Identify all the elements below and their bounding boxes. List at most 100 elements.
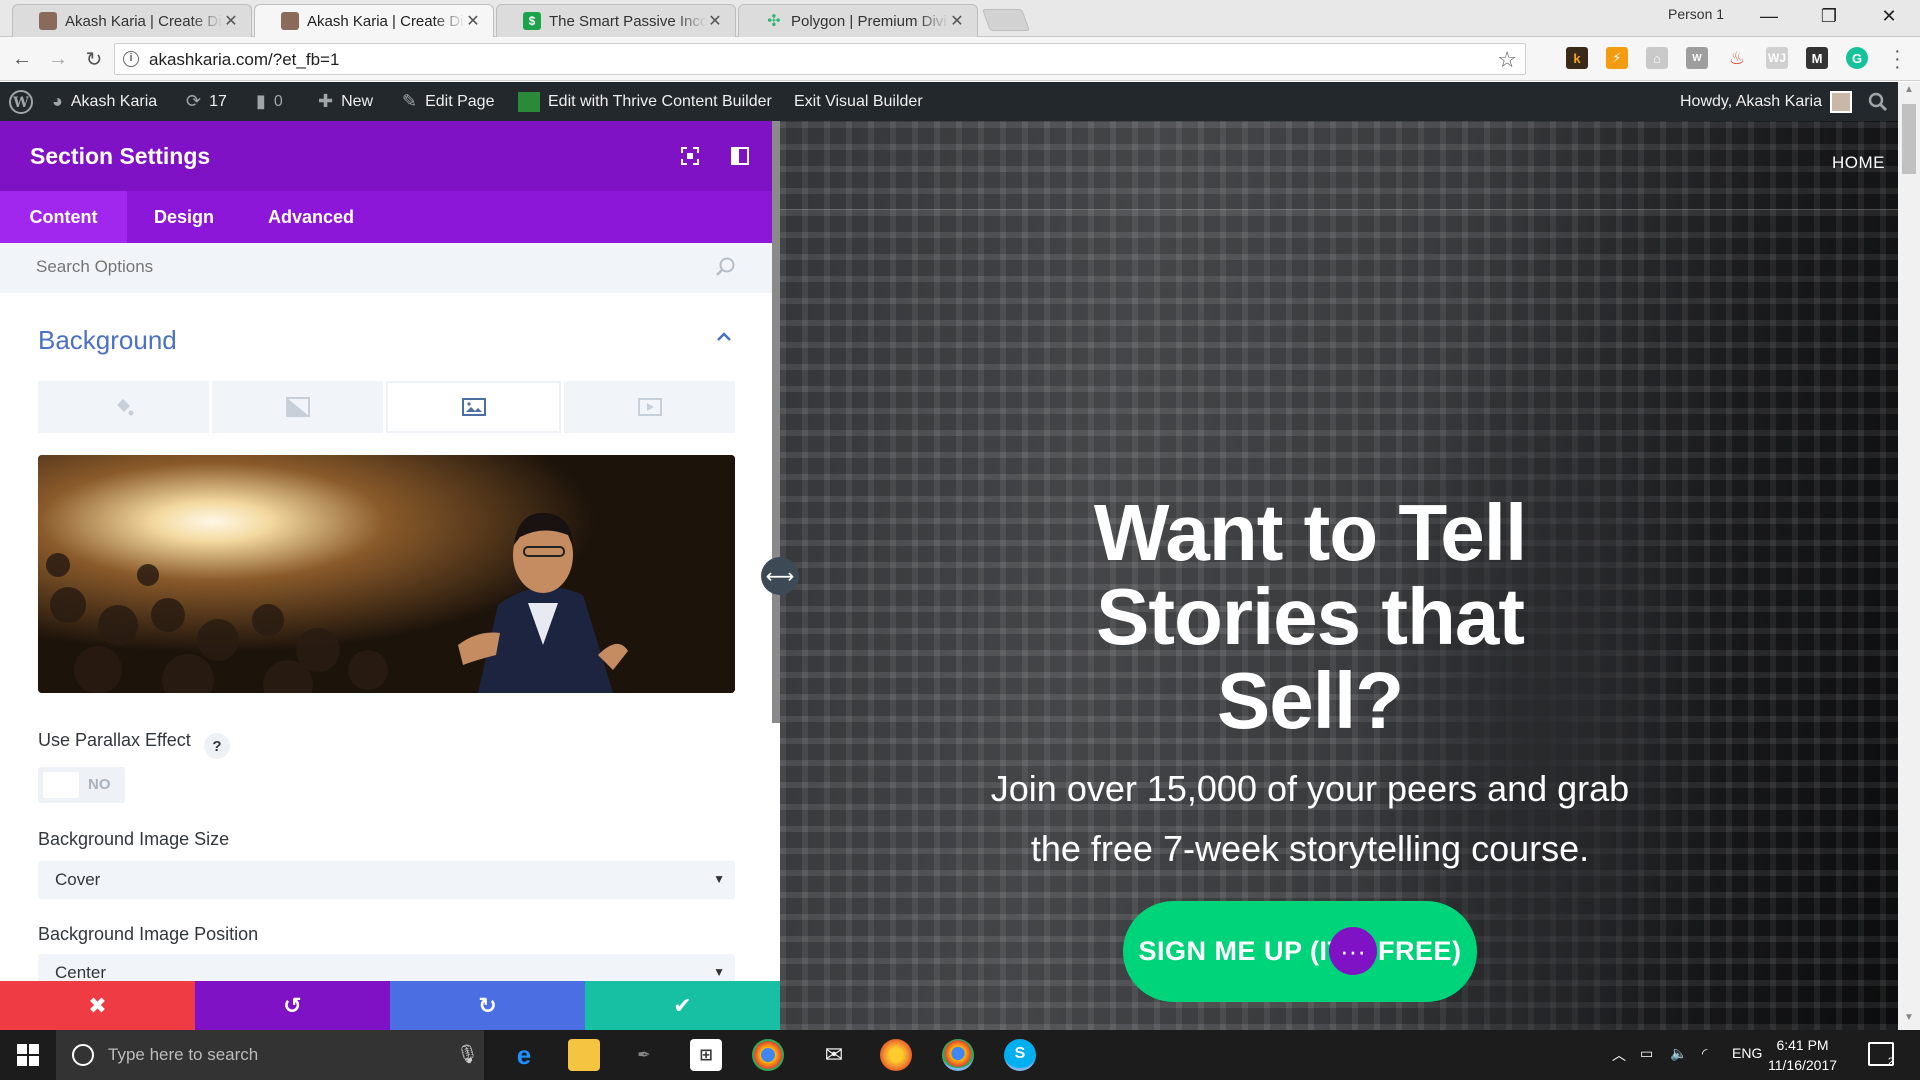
pencil-icon: ✎ [402, 91, 418, 111]
browser-tab[interactable]: ✣ Polygon | Premium Divi C ✕ [738, 4, 978, 37]
taskbar-search-box[interactable]: Type here to search 🎙 [56, 1030, 484, 1080]
browser-tab[interactable]: $ The Smart Passive Incom ✕ [496, 4, 736, 37]
parallax-toggle[interactable]: NO [38, 767, 125, 803]
close-tab-icon[interactable]: ✕ [223, 11, 239, 31]
action-center-icon[interactable]: 2 [1868, 1042, 1894, 1068]
background-image-preview[interactable] [38, 455, 735, 693]
module-options-button[interactable]: ··· [1329, 927, 1377, 975]
hero-headline: Want to Tell Stories that Sell? [1093, 488, 1527, 745]
profile-button[interactable]: Person 1 [1668, 6, 1724, 22]
chrome-icon[interactable] [752, 1039, 784, 1071]
new-tab-button[interactable] [981, 9, 1031, 31]
bg-tab-video[interactable] [564, 381, 735, 433]
thrive-builder-link[interactable]: Edit with Thrive Content Builder [518, 82, 772, 121]
bg-tab-image[interactable] [386, 381, 561, 433]
new-content-link[interactable]: ✚ New [318, 82, 373, 121]
my-account-link[interactable]: Howdy, Akash Karia [1680, 82, 1852, 121]
chevron-up-icon[interactable] [714, 327, 734, 347]
url-text[interactable]: akashkaria.com/?et_fb=1 [149, 50, 339, 70]
volume-icon[interactable]: 🔈 [1670, 1045, 1687, 1062]
firefox-icon[interactable] [880, 1039, 912, 1071]
hero-section[interactable]: HOME Want to Tell Stories that Sell? Joi… [780, 121, 1898, 1030]
panel-resize-handle[interactable]: ⟷ [761, 557, 799, 595]
discard-button[interactable]: ✖ [0, 981, 195, 1030]
edge-icon[interactable]: e [508, 1039, 540, 1071]
tab-design[interactable]: Design [154, 191, 214, 243]
scroll-down-icon[interactable]: ▼ [1904, 1012, 1914, 1023]
updates-link[interactable]: ⟳ 17 [186, 82, 227, 121]
search-options-bar [0, 243, 772, 293]
extension-k-icon[interactable]: k [1566, 47, 1588, 69]
notification-count: 2 [1887, 1056, 1894, 1068]
nav-home-link[interactable]: HOME [1832, 153, 1885, 173]
forward-arrow-icon[interactable]: → [44, 45, 72, 73]
store-icon[interactable]: ⊞ [690, 1039, 722, 1071]
tab-advanced[interactable]: Advanced [268, 191, 354, 243]
help-icon[interactable]: ? [204, 733, 230, 759]
battery-icon[interactable]: ▭ [1640, 1045, 1653, 1062]
restore-icon[interactable]: ❐ [1800, 0, 1858, 32]
browser-tab-active[interactable]: Akash Karia | Create Diffe ✕ [254, 4, 494, 37]
avatar [1830, 90, 1852, 113]
chrome-running-icon[interactable] [942, 1039, 974, 1071]
extension-fire-icon[interactable]: ♨ [1726, 47, 1748, 69]
extension-feed-icon[interactable]: ⚡ [1606, 47, 1628, 69]
search-options-input[interactable] [36, 257, 696, 277]
exit-visual-builder-link[interactable]: Exit Visual Builder [794, 82, 923, 121]
extension-m-icon[interactable]: M [1806, 47, 1828, 69]
page-scroll-thumb[interactable] [1902, 104, 1916, 174]
show-hidden-icons-icon[interactable]: ︿ [1612, 1045, 1626, 1065]
close-window-icon[interactable]: ✕ [1860, 0, 1918, 32]
redo-button[interactable]: ↻ [390, 981, 585, 1030]
microphone-icon[interactable]: 🎙 [456, 1044, 479, 1065]
extension-w-icon[interactable]: W [1686, 47, 1708, 69]
exit-builder-label: Exit Visual Builder [794, 92, 923, 110]
start-button[interactable] [0, 1030, 56, 1080]
tab-title: Akash Karia | Create Diffe [65, 12, 223, 30]
bg-image-size-select[interactable]: Cover ▼ [38, 861, 735, 899]
bg-tab-gradient[interactable] [212, 381, 383, 433]
page-scrollbar[interactable]: ▲ ▼ [1898, 82, 1920, 1030]
comments-count: 0 [273, 92, 283, 110]
expand-modal-icon[interactable] [680, 146, 700, 166]
undo-button[interactable]: ↺ [195, 981, 390, 1030]
mail-icon[interactable]: ✉ [818, 1039, 850, 1071]
bookmark-star-icon[interactable]: ☆ [1497, 47, 1517, 73]
edit-page-link[interactable]: ✎ Edit Page [402, 82, 494, 121]
back-arrow-icon[interactable]: ← [8, 45, 36, 73]
extension-wj-icon[interactable]: WJ [1766, 47, 1788, 69]
browser-tab[interactable]: Akash Karia | Create Diffe ✕ [12, 4, 252, 37]
comment-bubble-icon: ▮ [256, 91, 266, 111]
skype-icon[interactable]: S [1004, 1039, 1036, 1071]
file-explorer-icon[interactable] [568, 1039, 600, 1071]
extension-grammarly-icon[interactable]: G [1846, 47, 1868, 69]
language-indicator[interactable]: ENG [1732, 1045, 1762, 1061]
address-bar[interactable]: i akashkaria.com/?et_fb=1 ☆ [114, 43, 1526, 75]
close-tab-icon[interactable]: ✕ [465, 11, 481, 31]
close-tab-icon[interactable]: ✕ [949, 11, 965, 31]
pen-tool-icon[interactable]: ✒ [628, 1039, 660, 1071]
close-tab-icon[interactable]: ✕ [707, 11, 723, 31]
wordpress-logo-icon[interactable]: W [8, 82, 34, 121]
search-icon [716, 257, 735, 276]
tab-content[interactable]: Content [0, 191, 127, 243]
panel-scrollbar[interactable] [772, 121, 780, 723]
bg-tab-color[interactable] [38, 381, 209, 433]
new-label: New [341, 92, 374, 110]
redo-icon: ↻ [478, 992, 497, 1018]
extension-grey-icon[interactable]: ⌂ [1646, 47, 1668, 69]
clock[interactable]: 6:41 PM 11/16/2017 [1768, 1035, 1837, 1075]
scroll-up-icon[interactable]: ▲ [1904, 84, 1914, 95]
site-name-link[interactable]: ◕ Akash Karia [52, 82, 157, 121]
wifi-icon[interactable]: ◜ [1702, 1045, 1707, 1062]
minimize-icon[interactable]: — [1740, 0, 1798, 32]
save-button[interactable]: ✔ [585, 981, 780, 1030]
browser-menu-icon[interactable]: · · · [1894, 41, 1901, 77]
comments-link[interactable]: ▮ 0 [256, 82, 283, 121]
signup-cta-button[interactable]: SIGN ME UP (IT'S FREE) [1123, 901, 1477, 1002]
admin-search-icon[interactable] [1868, 82, 1888, 121]
info-icon[interactable]: i [123, 51, 139, 67]
background-group-title[interactable]: Background [38, 325, 177, 356]
reload-icon[interactable]: ↻ [80, 45, 108, 73]
snap-sidebar-icon[interactable] [730, 146, 750, 166]
